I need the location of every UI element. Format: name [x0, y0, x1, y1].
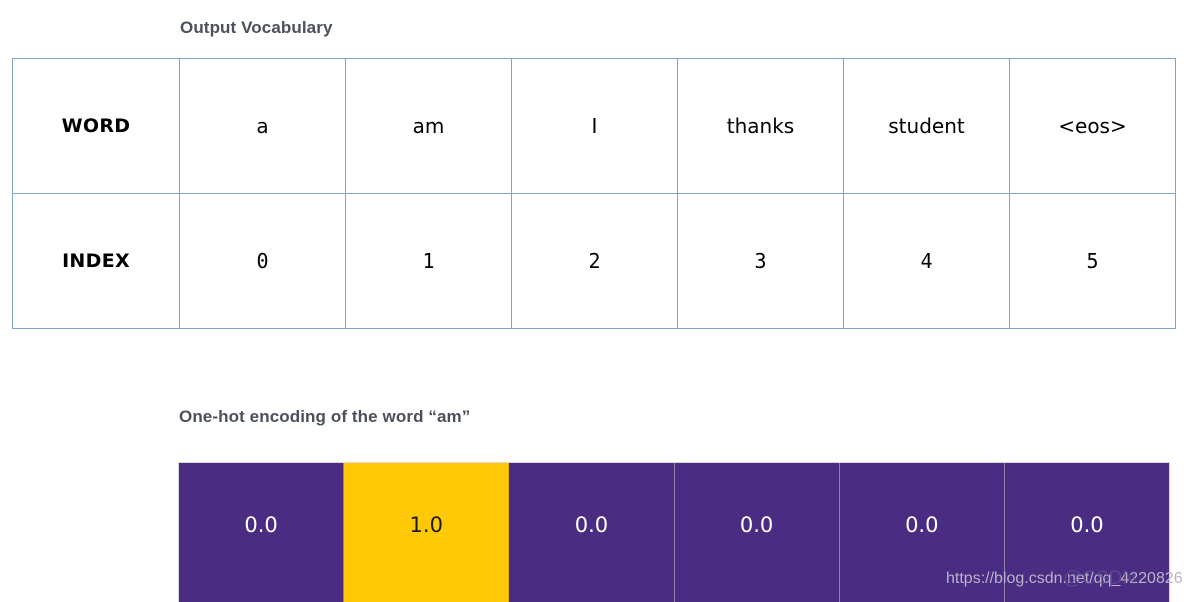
row-label-index: INDEX — [12, 193, 180, 329]
onehot-encoding-bar: 0.0 1.0 0.0 0.0 0.0 0.0 — [178, 462, 1170, 602]
onehot-cell: 0.0 — [674, 463, 840, 602]
onehot-cell-active: 1.0 — [344, 463, 510, 602]
vocabulary-title: Output Vocabulary — [180, 18, 333, 37]
onehot-value: 0.0 — [244, 512, 278, 537]
onehot-cell: 0.0 — [1004, 463, 1169, 602]
word-cell: I — [511, 58, 678, 194]
index-cell: 1 — [345, 193, 512, 329]
onehot-encoding-title: One-hot encoding of the word “am” — [179, 407, 471, 426]
word-cell: student — [843, 58, 1010, 194]
index-cell: 2 — [511, 193, 678, 329]
onehot-value: 0.0 — [905, 512, 939, 537]
onehot-value: 0.0 — [574, 512, 609, 537]
onehot-cell: 0.0 — [179, 463, 345, 602]
row-label-word: WORD — [12, 58, 180, 194]
vocabulary-table: WORD a am I thanks student <eos> INDEX 0… — [12, 58, 1176, 329]
onehot-value: 0.0 — [1070, 512, 1104, 537]
index-cell: 5 — [1009, 193, 1176, 329]
onehot-cell: 0.0 — [509, 463, 675, 602]
onehot-value: 1.0 — [409, 512, 443, 537]
word-cell: a — [179, 58, 346, 194]
word-cell: thanks — [677, 58, 844, 194]
onehot-value: 0.0 — [739, 512, 774, 537]
index-cell: 3 — [677, 193, 844, 329]
onehot-cell: 0.0 — [839, 463, 1005, 602]
index-cell: 4 — [843, 193, 1010, 329]
word-cell: <eos> — [1009, 58, 1176, 194]
word-cell: am — [345, 58, 512, 194]
index-cell: 0 — [179, 193, 346, 329]
table-row-index: INDEX 0 1 2 3 4 5 — [12, 193, 1176, 329]
table-row-word: WORD a am I thanks student <eos> — [12, 58, 1176, 194]
